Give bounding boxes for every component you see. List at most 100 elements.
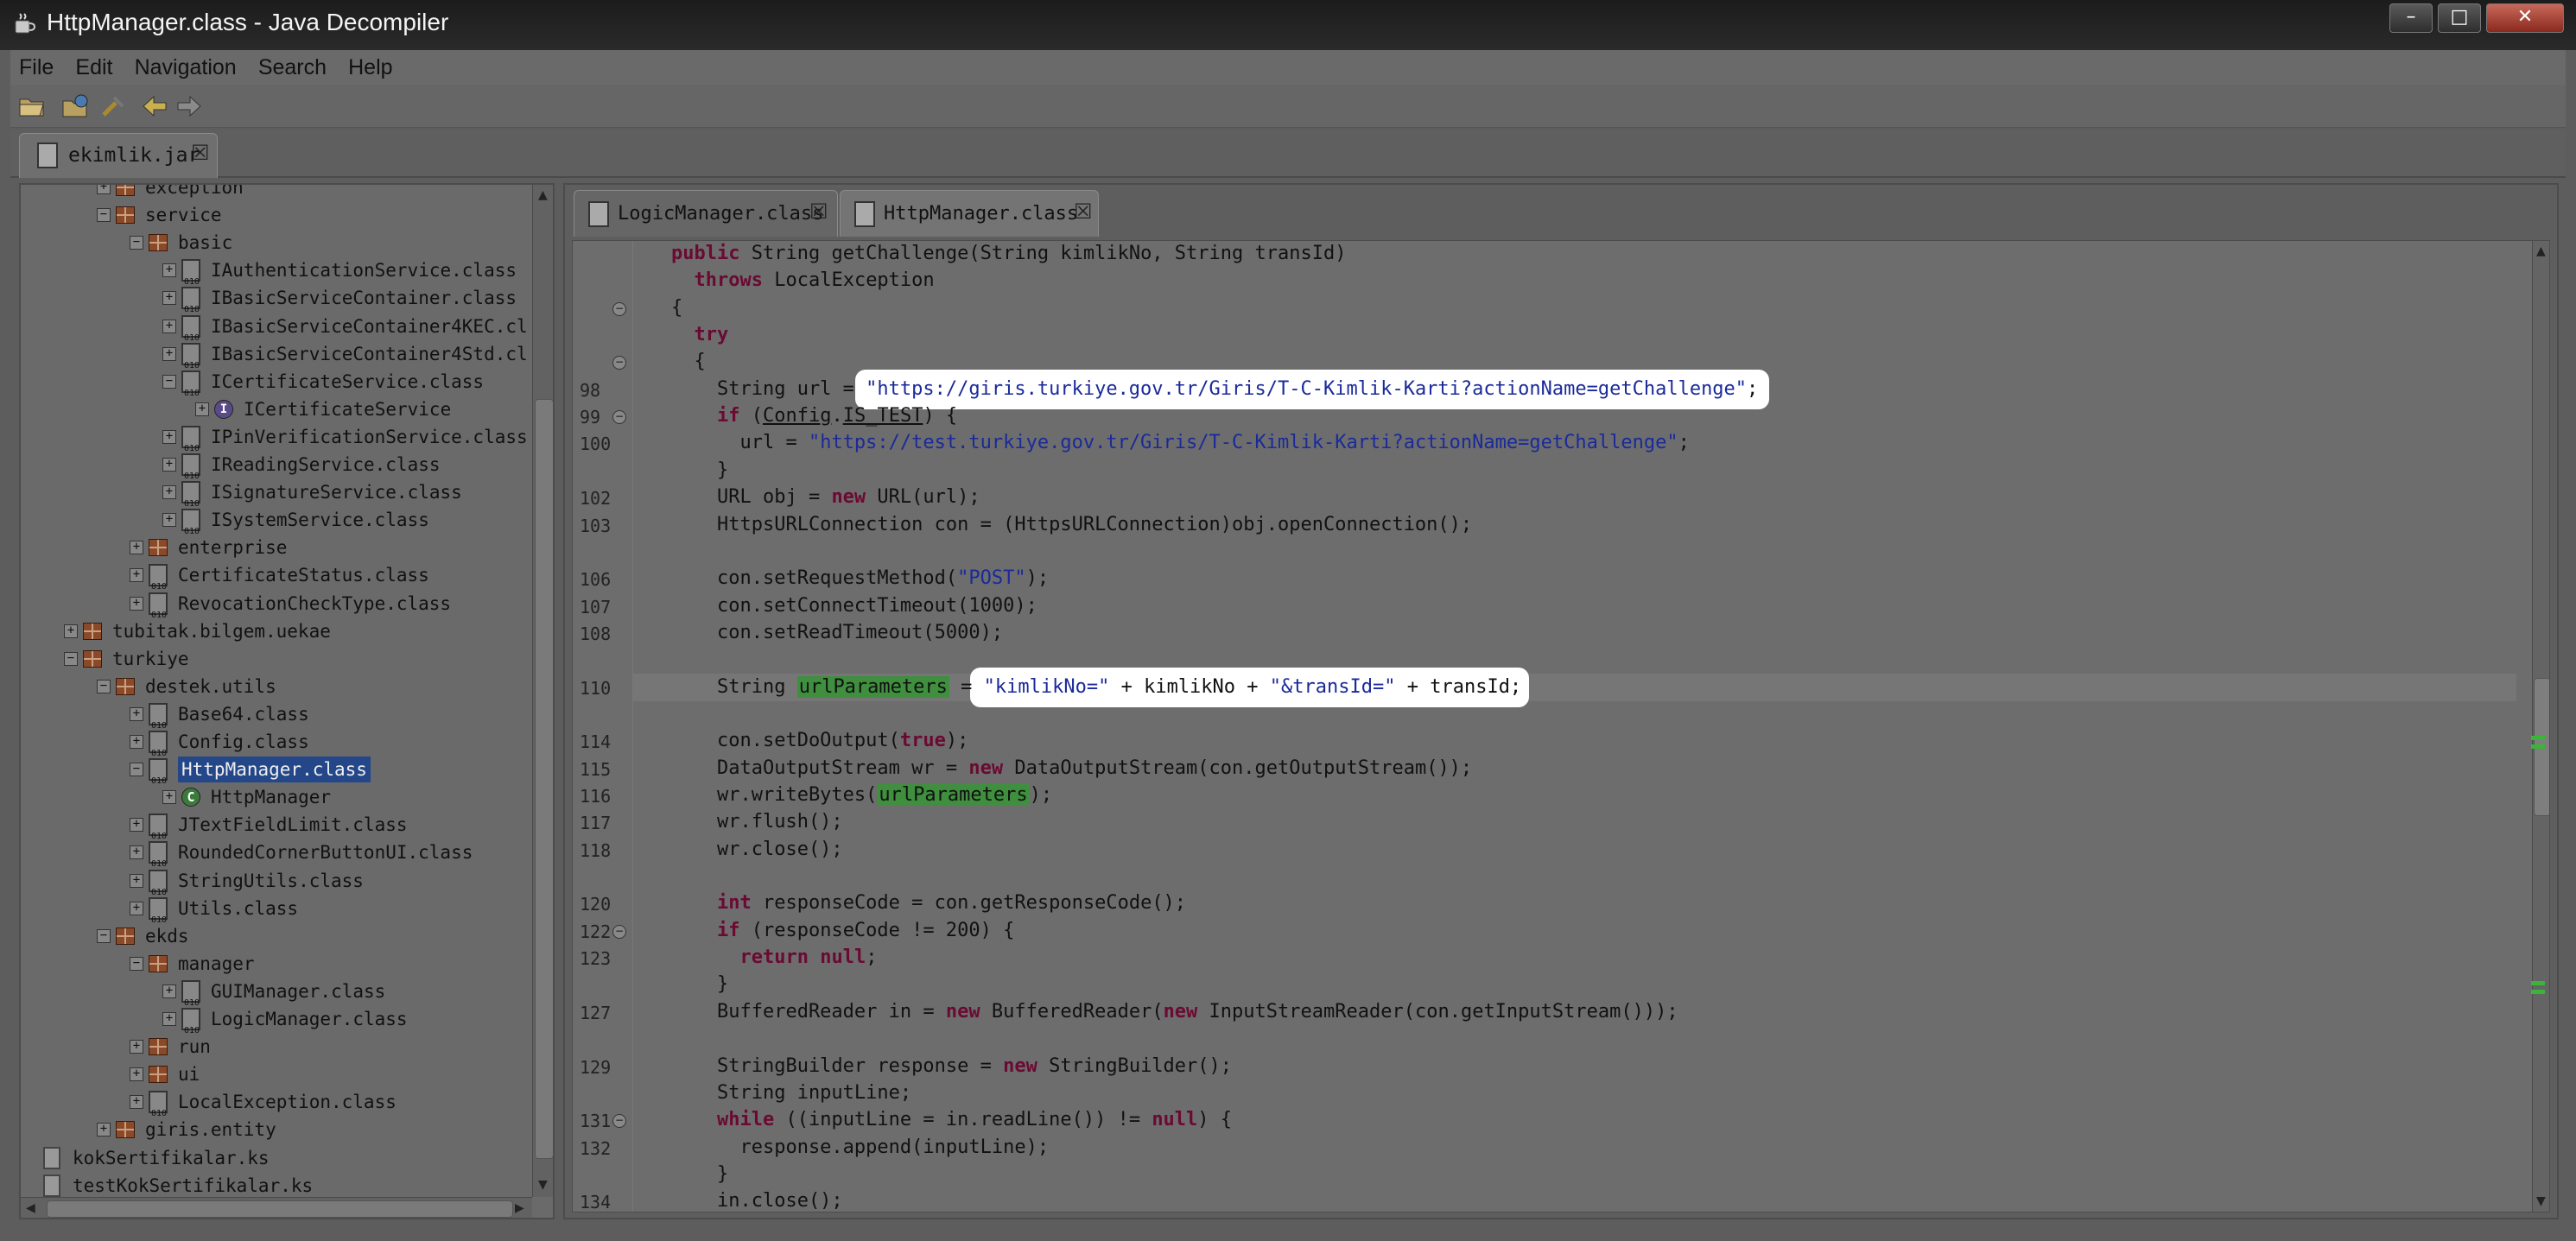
code-vertical-scrollbar[interactable]: ▲ ▼ bbox=[2532, 241, 2549, 1212]
menu-file[interactable]: File bbox=[10, 50, 62, 85]
expand-icon[interactable]: + bbox=[130, 596, 143, 611]
close-button[interactable]: ✕ bbox=[2486, 3, 2564, 33]
collapse-icon[interactable]: − bbox=[97, 208, 111, 223]
tree-item[interactable]: + giris.entity bbox=[21, 1117, 522, 1143]
expand-icon[interactable]: + bbox=[130, 1040, 143, 1054]
tree-horizontal-scroll-thumb[interactable] bbox=[47, 1200, 513, 1218]
expand-icon[interactable]: + bbox=[97, 185, 111, 194]
occurrence-marker[interactable] bbox=[2531, 744, 2545, 749]
expand-icon[interactable]: + bbox=[162, 485, 176, 500]
menu-help[interactable]: Help bbox=[339, 50, 401, 85]
scroll-up-arrow-icon[interactable]: ▲ bbox=[538, 188, 548, 202]
expand-icon[interactable]: + bbox=[130, 1095, 143, 1110]
tree-item[interactable]: −010 ICertificateService.class bbox=[21, 369, 522, 398]
tree-item[interactable]: +010 Config.class bbox=[21, 729, 522, 758]
expand-icon[interactable]: + bbox=[162, 346, 176, 361]
collapse-icon[interactable]: − bbox=[162, 374, 176, 389]
expand-icon[interactable]: + bbox=[130, 818, 143, 833]
back-arrow-icon[interactable] bbox=[140, 92, 169, 120]
expand-icon[interactable]: + bbox=[64, 624, 78, 638]
collapse-icon[interactable]: − bbox=[64, 651, 78, 666]
tree-item[interactable]: + exception bbox=[21, 185, 522, 200]
expand-icon[interactable]: + bbox=[162, 263, 176, 278]
fold-toggle-icon[interactable]: − bbox=[612, 356, 626, 370]
collapse-icon[interactable]: − bbox=[130, 763, 143, 777]
forward-arrow-icon[interactable] bbox=[174, 92, 204, 120]
collapse-icon[interactable]: − bbox=[130, 236, 143, 250]
tab-logicmanager-class[interactable]: LogicManager.class ☒ bbox=[574, 190, 838, 237]
expand-icon[interactable]: + bbox=[97, 1123, 111, 1137]
expand-icon[interactable]: + bbox=[162, 429, 176, 444]
tree-item[interactable]: +010 RevocationCheckType.class bbox=[21, 591, 522, 620]
fold-toggle-icon[interactable]: − bbox=[612, 1114, 626, 1129]
tree-item[interactable]: +010 IBasicServiceContainer.class bbox=[21, 285, 522, 314]
open-file-icon[interactable] bbox=[17, 92, 47, 120]
occurrence-marker[interactable] bbox=[2531, 990, 2545, 994]
tree-item[interactable]: +010 LocalException.class bbox=[21, 1089, 522, 1118]
expand-icon[interactable]: + bbox=[162, 291, 176, 306]
tree-vertical-scrollbar[interactable]: ▲ ▼ bbox=[532, 185, 553, 1197]
tree-item[interactable]: + tubitak.bilgem.uekae bbox=[21, 618, 522, 644]
scroll-down-arrow-icon[interactable]: ▼ bbox=[538, 1178, 548, 1192]
scroll-left-arrow-icon[interactable]: ◀ bbox=[26, 1201, 35, 1215]
menu-search[interactable]: Search bbox=[250, 50, 335, 85]
fold-toggle-icon[interactable]: − bbox=[612, 410, 626, 425]
collapse-icon[interactable]: − bbox=[97, 679, 111, 693]
expand-icon[interactable]: + bbox=[162, 984, 176, 998]
tree-item[interactable]: +010 IReadingService.class bbox=[21, 452, 522, 481]
scroll-up-arrow-icon[interactable]: ▲ bbox=[2536, 244, 2546, 258]
tree-item[interactable]: +010 JTextFieldLimit.class bbox=[21, 812, 522, 841]
scroll-down-arrow-icon[interactable]: ▼ bbox=[2536, 1194, 2546, 1208]
tree-item[interactable]: +010 CertificateStatus.class bbox=[21, 562, 522, 592]
tree-item[interactable]: + ui bbox=[21, 1061, 522, 1087]
tab-close-icon[interactable]: ☒ bbox=[809, 199, 828, 224]
tree-item[interactable]: − manager bbox=[21, 951, 522, 977]
expand-icon[interactable]: + bbox=[130, 735, 143, 749]
expand-icon[interactable]: + bbox=[130, 873, 143, 888]
occurrence-marker[interactable] bbox=[2531, 736, 2545, 740]
collapse-icon[interactable]: − bbox=[97, 928, 111, 943]
expand-icon[interactable]: + bbox=[130, 541, 143, 555]
tree-item[interactable]: +010 Utils.class bbox=[21, 896, 522, 925]
minimize-button[interactable]: – bbox=[2389, 3, 2433, 33]
tab-close-icon[interactable]: ☒ bbox=[1074, 199, 1093, 224]
menu-edit[interactable]: Edit bbox=[67, 50, 121, 85]
expand-icon[interactable]: + bbox=[130, 845, 143, 860]
tree-item[interactable]: +010 Base64.class bbox=[21, 701, 522, 731]
tree-item[interactable]: − service bbox=[21, 202, 522, 228]
tree-item[interactable]: +010 ISystemService.class bbox=[21, 507, 522, 536]
tree-item[interactable]: + C HttpManager bbox=[21, 784, 522, 810]
tree-item[interactable]: +010 GUIManager.class bbox=[21, 978, 522, 1008]
tree-item[interactable]: − turkiye bbox=[21, 646, 522, 672]
tree-item[interactable]: +010 ISignatureService.class bbox=[21, 479, 522, 509]
open-type-icon[interactable] bbox=[60, 92, 90, 120]
expand-icon[interactable]: + bbox=[195, 402, 209, 416]
expand-icon[interactable]: + bbox=[162, 790, 176, 805]
expand-icon[interactable]: + bbox=[130, 706, 143, 721]
tree-horizontal-scrollbar[interactable]: ◀ ▶ bbox=[21, 1197, 532, 1218]
title-bar[interactable]: HttpManager.class - Java Decompiler – □ … bbox=[0, 0, 2576, 50]
fold-toggle-icon[interactable]: − bbox=[612, 924, 626, 939]
collapse-icon[interactable]: − bbox=[130, 956, 143, 971]
refresh-icon[interactable] bbox=[98, 92, 128, 120]
tree-item[interactable]: +010 RoundedCornerButtonUI.class bbox=[21, 839, 522, 869]
tree-item[interactable]: +010 IBasicServiceContainer4KEC.cl bbox=[21, 313, 528, 343]
tree-item[interactable]: + run bbox=[21, 1034, 522, 1060]
tree-item[interactable]: + enterprise bbox=[21, 535, 522, 560]
expand-icon[interactable]: + bbox=[162, 319, 176, 333]
tree-item[interactable]: testKokSertifikalar.ks bbox=[21, 1173, 522, 1199]
tree-item[interactable]: +010 IAuthenticationService.class bbox=[21, 257, 522, 287]
expand-icon[interactable]: + bbox=[162, 1012, 176, 1026]
tree-item[interactable]: + I ICertificateService bbox=[21, 396, 522, 422]
tree-item[interactable]: − basic bbox=[21, 230, 522, 256]
scroll-right-arrow-icon[interactable]: ▶ bbox=[515, 1201, 524, 1215]
tree-item[interactable]: −010 HttpManager.class bbox=[21, 757, 522, 786]
jar-tab[interactable]: ekimlik.jar ☒ bbox=[19, 133, 218, 178]
tree-item[interactable]: − destek.utils bbox=[21, 674, 522, 700]
tree-item[interactable]: kokSertifikalar.ks bbox=[21, 1145, 522, 1171]
jar-tab-close-icon[interactable]: ☒ bbox=[191, 141, 210, 165]
tree-item[interactable]: +010 IPinVerificationService.class bbox=[21, 424, 528, 453]
tree-item[interactable]: +010 LogicManager.class bbox=[21, 1006, 522, 1035]
expand-icon[interactable]: + bbox=[130, 1067, 143, 1082]
tab-httpmanager-class[interactable]: HttpManager.class ☒ bbox=[840, 190, 1099, 237]
